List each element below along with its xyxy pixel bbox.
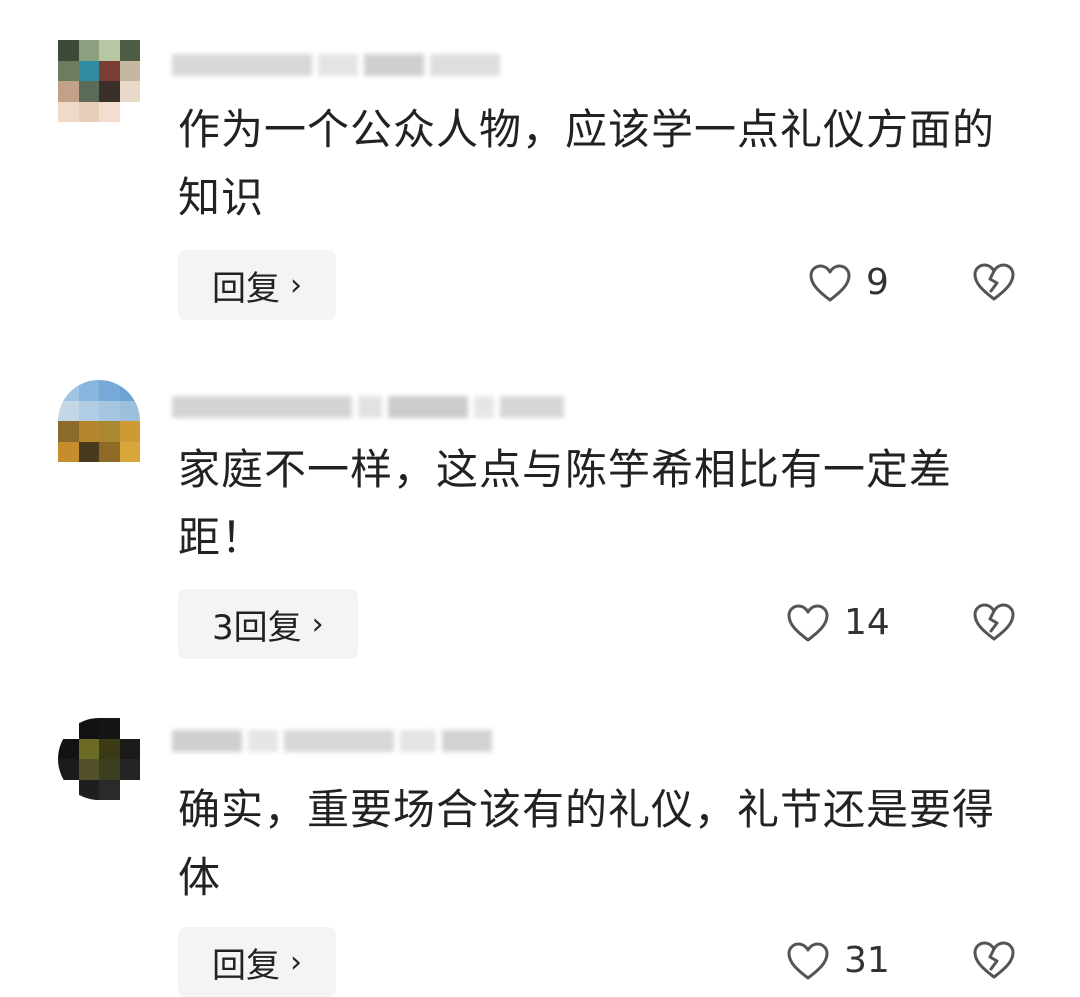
reply-button[interactable]: 3回复 ›	[178, 589, 358, 659]
avatar-pixel	[58, 759, 79, 780]
reply-label: 回复	[212, 945, 280, 986]
avatar-pixel	[78, 380, 99, 401]
avatar-pixel	[119, 101, 140, 122]
avatar-pixel	[58, 60, 79, 81]
chevron-right-icon: ›	[290, 267, 302, 303]
like-count: 31	[844, 940, 890, 981]
avatar-pixel	[99, 60, 120, 81]
avatar-pixel	[58, 81, 79, 102]
heart-icon	[787, 604, 829, 641]
avatar-pixel	[99, 421, 120, 442]
avatar-pixel	[99, 380, 120, 401]
avatar-pixel	[99, 101, 120, 122]
avatar-pixel	[99, 759, 120, 780]
heart-icon	[809, 264, 851, 301]
reply-button[interactable]: 回复 ›	[178, 927, 336, 997]
avatar-pixel	[119, 40, 140, 61]
avatar-pixel	[58, 441, 79, 462]
avatar-pixel	[78, 759, 99, 780]
avatar-pixel	[119, 81, 140, 102]
like-count: 9	[866, 262, 889, 303]
avatar-pixel	[99, 400, 120, 421]
comment-text: 作为一个公众人物，应该学一点礼仪方面的知识	[178, 105, 996, 222]
avatar-pixel	[58, 779, 79, 800]
broken-heart-icon	[973, 603, 1015, 641]
avatar-pixel	[119, 60, 140, 81]
dislike-button[interactable]	[972, 940, 1016, 984]
comment-text: 家庭不一样，这点与陈竽希相比有一定差距！	[178, 445, 953, 562]
heart-icon	[787, 942, 829, 979]
avatar-pixel	[58, 101, 79, 122]
broken-heart-icon	[973, 263, 1015, 301]
avatar-pixel	[99, 40, 120, 61]
username-blurred[interactable]	[172, 52, 500, 78]
dislike-button[interactable]	[972, 262, 1016, 306]
chevron-right-icon: ›	[311, 606, 324, 642]
like-button[interactable]: 14	[786, 602, 890, 643]
avatar[interactable]	[58, 380, 140, 462]
avatar-pixel	[58, 400, 79, 421]
avatar-pixel	[119, 380, 140, 401]
reply-label: 3回复	[212, 607, 302, 648]
avatar-pixel	[119, 779, 140, 800]
avatar-pixel	[78, 60, 99, 81]
dislike-button[interactable]	[972, 602, 1016, 646]
reply-label: 回复	[212, 268, 280, 309]
avatar-pixel	[78, 400, 99, 421]
avatar-pixel	[99, 738, 120, 759]
broken-heart-icon	[973, 941, 1015, 979]
avatar-pixel	[78, 718, 99, 739]
avatar-pixel	[78, 421, 99, 442]
chevron-right-icon: ›	[290, 944, 302, 980]
avatar-pixel	[99, 779, 120, 800]
avatar-pixel	[58, 40, 79, 61]
avatar-pixel	[99, 81, 120, 102]
avatar-pixel	[78, 738, 99, 759]
avatar[interactable]	[58, 40, 140, 122]
avatar-pixel	[119, 718, 140, 739]
avatar-pixel	[78, 101, 99, 122]
username-blurred[interactable]	[172, 394, 564, 420]
avatar-pixel	[119, 759, 140, 780]
comment-text: 确实，重要场合该有的礼仪，礼节还是要得体	[178, 785, 996, 902]
avatar-pixel	[58, 738, 79, 759]
avatar-pixel	[119, 441, 140, 462]
like-button[interactable]: 31	[786, 940, 890, 981]
avatar-pixel	[78, 40, 99, 61]
reply-button[interactable]: 回复 ›	[178, 250, 336, 320]
avatar[interactable]	[58, 718, 140, 800]
avatar-pixel	[58, 421, 79, 442]
avatar-pixel	[58, 718, 79, 739]
avatar-pixel	[119, 738, 140, 759]
username-blurred[interactable]	[172, 728, 492, 754]
avatar-pixel	[99, 441, 120, 462]
avatar-pixel	[78, 779, 99, 800]
avatar-pixel	[119, 400, 140, 421]
avatar-pixel	[78, 441, 99, 462]
like-button[interactable]: 9	[808, 262, 889, 303]
avatar-pixel	[119, 421, 140, 442]
avatar-pixel	[78, 81, 99, 102]
avatar-pixel	[99, 718, 120, 739]
avatar-pixel	[58, 380, 79, 401]
like-count: 14	[844, 602, 890, 643]
